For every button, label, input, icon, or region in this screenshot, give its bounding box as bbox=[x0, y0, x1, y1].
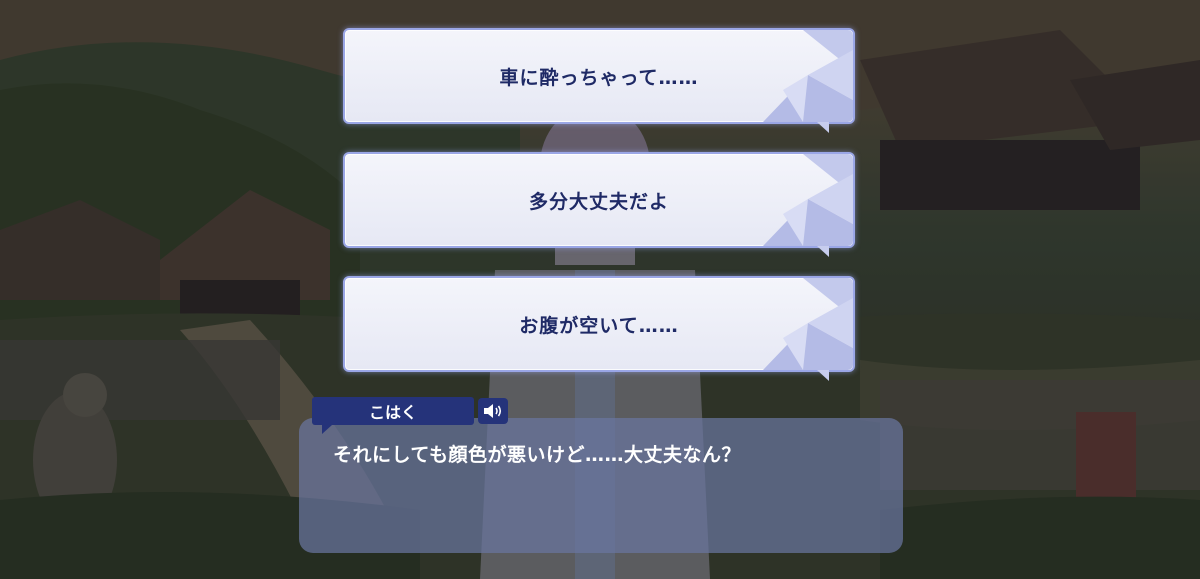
speaker-icon bbox=[484, 404, 502, 418]
choice-tail bbox=[817, 122, 829, 133]
choice-button-3[interactable]: お腹が空いて…… bbox=[343, 276, 855, 381]
speaker-name-tag: こはく bbox=[312, 397, 474, 434]
choice-label: 多分大丈夫だよ bbox=[528, 190, 669, 213]
choice-label: 車に酔っちゃって…… bbox=[499, 66, 699, 89]
choice-label: お腹が空いて…… bbox=[519, 314, 679, 337]
choice-tail bbox=[817, 370, 829, 381]
dialogue-text: それにしても顔色が悪いけど……大丈夫なん？ bbox=[333, 444, 741, 466]
dialogue-box[interactable]: それにしても顔色が悪いけど……大丈夫なん？ bbox=[299, 418, 903, 553]
choice-tail bbox=[817, 246, 829, 257]
choice-button-1[interactable]: 車に酔っちゃって…… bbox=[343, 28, 855, 133]
game-scene: 車に酔っちゃって…… 多分大丈夫だよ お腹が空いて…… それにしても顔色が悪いけ… bbox=[0, 0, 1200, 579]
choice-button-2[interactable]: 多分大丈夫だよ bbox=[343, 152, 855, 257]
voice-replay-button[interactable] bbox=[478, 398, 508, 424]
